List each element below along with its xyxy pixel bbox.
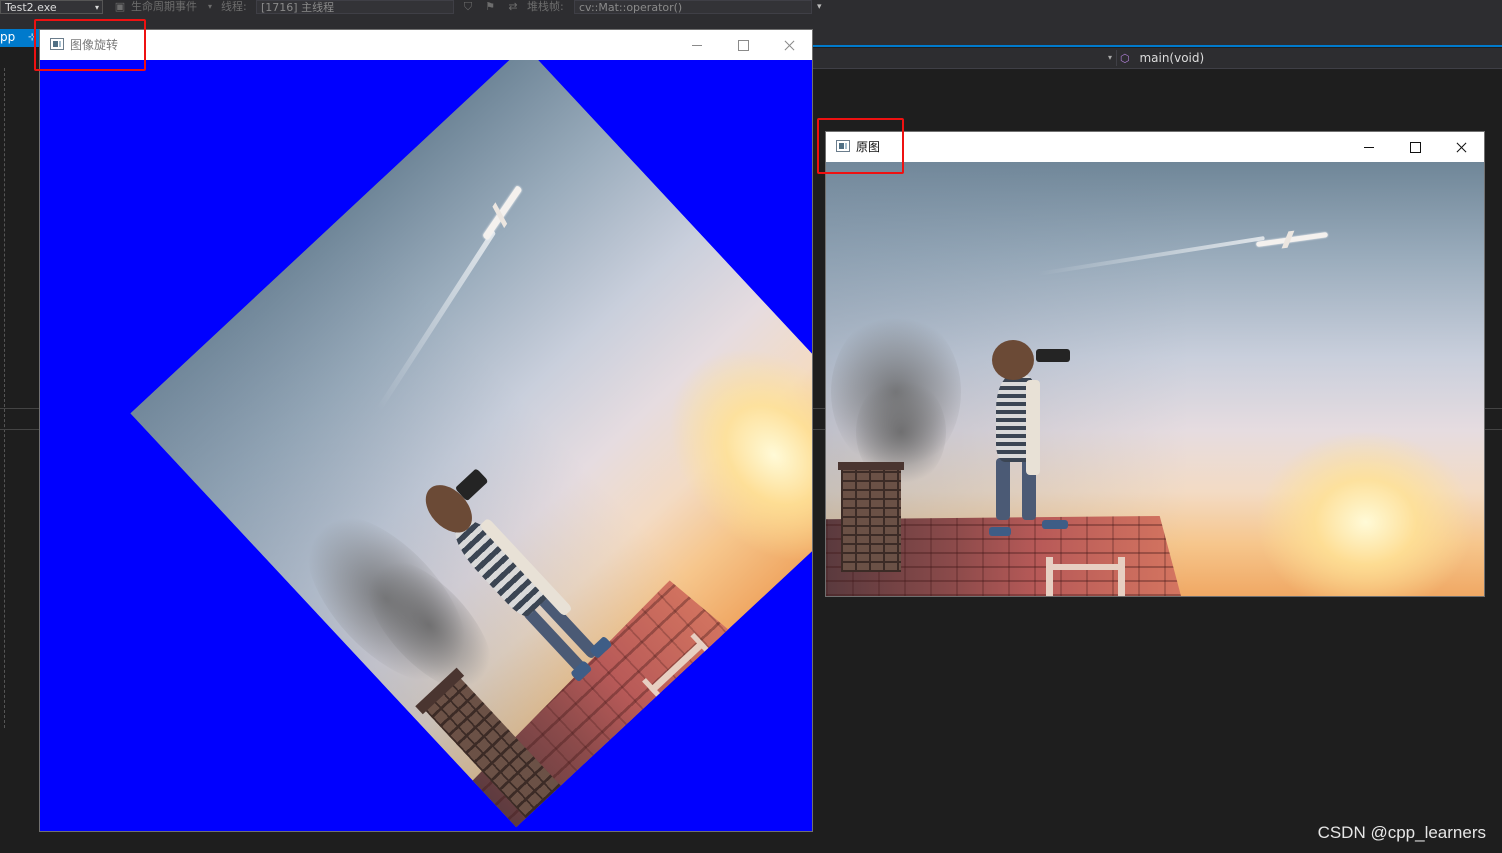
app-icon: [50, 38, 64, 50]
stack-frame-select[interactable]: cv::Mat::operator(): [574, 0, 812, 14]
lifecycle-icon: ▣: [114, 0, 126, 13]
maximize-button[interactable]: [1392, 132, 1438, 162]
kid-leg: [996, 458, 1010, 520]
original-image-window[interactable]: 原图: [826, 132, 1484, 596]
cube-icon: ⬡: [1120, 52, 1130, 65]
kid-binoculars: [1036, 349, 1070, 362]
ladder: [1046, 564, 1125, 570]
window-title: 原图: [856, 140, 881, 154]
tab-label: pp: [0, 30, 16, 44]
lifecycle-events-button[interactable]: 生命周期事件: [131, 0, 197, 14]
chimney: [841, 467, 901, 572]
process-select-value: Test2.exe: [5, 1, 57, 14]
kid-head: [992, 340, 1034, 380]
minimize-button[interactable]: [674, 30, 720, 60]
original-image-canvas: [826, 162, 1484, 596]
chevron-down-icon: ▾: [94, 3, 99, 12]
function-select-value: main(void): [1139, 51, 1205, 65]
close-button[interactable]: [766, 30, 812, 60]
kid-shoe: [989, 527, 1011, 536]
close-button[interactable]: [1438, 132, 1484, 162]
rotated-photo: [130, 60, 812, 828]
window-titlebar[interactable]: 图像旋转: [40, 30, 812, 60]
overflow-icon[interactable]: ▾: [817, 0, 822, 14]
pin-icon[interactable]: ⊹: [28, 29, 36, 46]
process-select[interactable]: Test2.exe ▾: [0, 0, 103, 14]
toggle-icon[interactable]: ⇄: [507, 1, 519, 13]
filter-icon[interactable]: ⛉: [462, 1, 474, 13]
chevron-down-icon: ▾: [1107, 53, 1112, 62]
maximize-button[interactable]: [720, 30, 766, 60]
thread-label: 线程:: [221, 0, 247, 13]
editor-split-left: [0, 408, 40, 430]
original-photo: [826, 162, 1484, 596]
window-titlebar[interactable]: 原图: [826, 132, 1484, 162]
thread-select[interactable]: [1716] 主线程: [256, 0, 454, 14]
thread-select-value: [1716] 主线程: [261, 1, 335, 14]
chevron-down-icon: ▾: [208, 2, 213, 11]
navigation-bar: ▾ ⬡ main(void): [812, 48, 1502, 69]
stack-frame-select-value: cv::Mat::operator(): [579, 1, 683, 14]
function-select[interactable]: ⬡ main(void): [1120, 48, 1500, 68]
code-indent-guide: [4, 68, 5, 728]
watermark: CSDN @cpp_learners: [1317, 823, 1486, 842]
ladder: [1046, 557, 1053, 596]
minimize-button[interactable]: [1346, 132, 1392, 162]
chimney-cap: [838, 462, 904, 470]
scope-select[interactable]: ▾: [812, 50, 1117, 66]
stack-frame-label: 堆栈帧:: [527, 0, 564, 13]
kid-scarf: [1026, 380, 1040, 475]
ladder: [1118, 557, 1125, 596]
flag-icon[interactable]: ⚑: [484, 1, 496, 13]
kid-shoe: [1042, 520, 1068, 529]
app-icon: [836, 140, 850, 152]
debug-toolbar: Test2.exe ▾ ▣ 生命周期事件 ▾ 线程: [1716] 主线程 ⛉ …: [0, 0, 1502, 16]
window-title: 图像旋转: [70, 38, 119, 52]
rotated-image-canvas: [40, 60, 812, 831]
rotated-image-window[interactable]: 图像旋转: [40, 30, 812, 831]
